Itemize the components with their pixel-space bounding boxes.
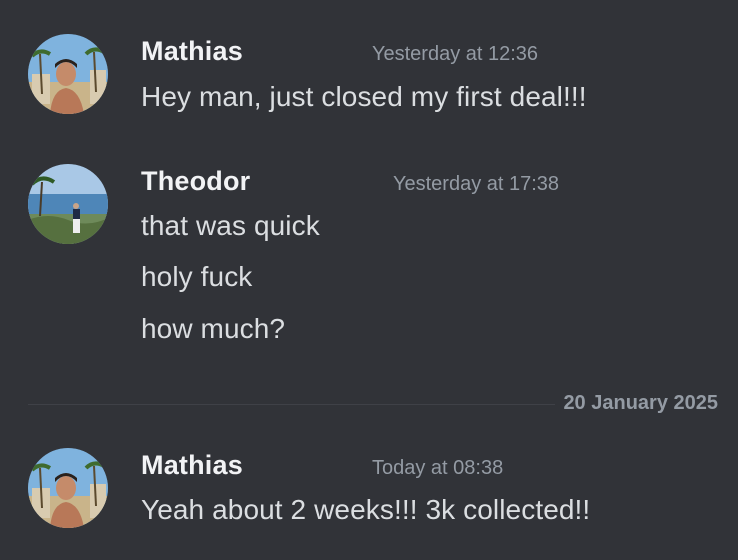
avatar-photo-icon [28,34,108,114]
message-text: holy fuck [141,261,253,292]
message-text: that was quick [141,210,320,241]
avatar-theodor[interactable] [28,164,108,244]
message-author[interactable]: Theodor [141,166,250,197]
message-author[interactable]: Mathias [141,450,243,481]
message-timestamp: Yesterday at 12:36 [372,43,539,65]
message-text: Yeah about 2 weeks!!! 3k collected!! [141,494,591,525]
message-timestamp: Today at 08:38 [372,457,504,479]
avatar-mathias[interactable] [28,34,108,114]
date-divider-label: 20 January 2025 [555,392,718,415]
message-timestamp: Yesterday at 17:38 [393,173,560,195]
avatar-photo-icon [28,448,108,528]
message-author[interactable]: Mathias [141,36,243,67]
message-text: Hey man, just closed my first deal!!! [141,81,587,112]
message-text: how much? [141,313,286,344]
avatar-mathias[interactable] [28,448,108,528]
avatar-photo-icon [28,164,108,244]
